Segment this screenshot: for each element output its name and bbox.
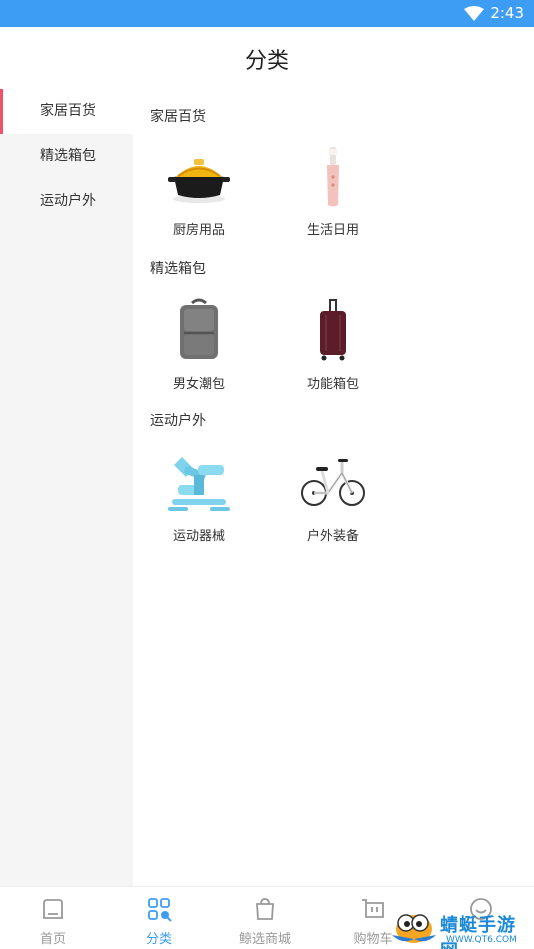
cart-icon [362, 899, 384, 918]
category-grid-icon [148, 898, 172, 922]
section-title: 家居百货 [150, 109, 206, 125]
product-label: 生活日用 [306, 223, 359, 238]
sidebar-item-label: 运动户外 [40, 193, 96, 209]
product-fashion-bags[interactable]: 男女潮包 [139, 295, 259, 392]
tab-home[interactable]: 首页 [0, 887, 106, 949]
product-label: 运动器械 [172, 529, 225, 544]
watermark-url: WWW.QT6.COM [446, 935, 517, 945]
dragonfly-logo-icon [392, 914, 436, 943]
status-bar: 2:43 [0, 0, 534, 27]
wifi-icon [464, 6, 484, 21]
section-title: 精选箱包 [150, 261, 206, 277]
sidebar-item-home-goods[interactable]: 家居百货 [0, 89, 133, 134]
product-kitchenware[interactable]: 厨房用品 [139, 141, 259, 238]
casserole-pot-image [168, 159, 230, 203]
sidebar-item-label: 精选箱包 [40, 148, 96, 164]
product-label: 厨房用品 [172, 223, 225, 238]
sidebar-item-bags[interactable]: 精选箱包 [0, 134, 133, 179]
product-functional-bags[interactable]: 功能箱包 [273, 295, 393, 392]
product-label: 男女潮包 [172, 377, 225, 392]
tab-label: 鲸选商城 [238, 932, 291, 947]
sidebar-item-sports-outdoor[interactable]: 运动户外 [0, 179, 133, 224]
product-outdoor-gear[interactable]: 户外装备 [273, 447, 393, 544]
section-title: 运动户外 [150, 413, 206, 429]
tab-mall[interactable]: 鲸选商城 [212, 887, 318, 949]
product-daily-necessities[interactable]: 生活日用 [273, 141, 393, 238]
electric-toothbrush-image [327, 147, 339, 207]
folding-bicycle-image [301, 459, 365, 506]
status-time: 2:43 [490, 4, 524, 22]
tab-category[interactable]: 分类 [106, 887, 212, 949]
tab-label: 分类 [145, 932, 172, 947]
category-content: 家居百货 厨房用品 生活日用 精选箱包 男女潮包 功能箱包 运动户外 运动器械 … [133, 89, 534, 886]
backpack-image [180, 298, 218, 359]
page-title: 分类 [244, 49, 289, 74]
product-label: 功能箱包 [306, 377, 359, 392]
stepper-machine-image [168, 457, 230, 511]
title-bar: 分类 [0, 27, 534, 89]
product-fitness-equipment[interactable]: 运动器械 [139, 447, 259, 544]
sidebar-item-label: 家居百货 [40, 103, 96, 119]
tab-label: 首页 [39, 932, 66, 947]
home-icon [43, 899, 63, 919]
category-sidebar: 家居百货 精选箱包 运动户外 [0, 89, 133, 886]
shopping-bag-icon [256, 898, 274, 920]
product-label: 户外装备 [306, 529, 359, 544]
watermark: 蜻蜓手游网 WWW.QT6.COM [388, 905, 534, 949]
suitcase-image [320, 299, 346, 361]
